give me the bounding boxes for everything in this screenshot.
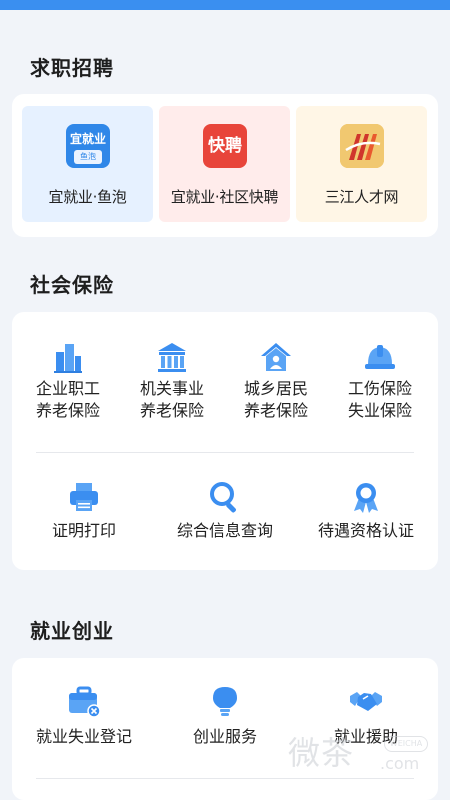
urban-rural-pension-item[interactable]: 城乡居民 养老保险 — [226, 340, 326, 426]
job-tile-label: 三江人才网 — [324, 188, 399, 206]
qualification-auth-item[interactable]: 待遇资格认证 — [298, 480, 434, 544]
lightbulb-icon — [208, 684, 242, 718]
job-tile-sanjiang-talent[interactable]: 三江人才网 — [296, 106, 427, 222]
section-title-jobs: 求职招聘 — [30, 56, 114, 80]
job-tile-community-quick-hire[interactable]: 快聘 宜就业·社区快聘 — [159, 106, 290, 222]
house-icon — [259, 340, 293, 374]
institution-pension-item[interactable]: 机关事业 养老保险 — [122, 340, 222, 426]
hardhat-icon — [363, 340, 397, 374]
jobs-card: 宜就业 鱼泡 宜就业·鱼泡 快聘 宜就业·社区快聘 三江人才网 — [12, 94, 438, 237]
entrepreneurship-service-item[interactable]: 创业服务 — [156, 684, 294, 750]
job-tile-label: 宜就业·社区快聘 — [170, 188, 279, 206]
printer-icon — [67, 480, 101, 514]
divider — [36, 452, 414, 453]
medal-icon — [349, 480, 383, 514]
sanjiang-logo-icon — [340, 124, 384, 168]
magnifier-icon — [208, 480, 242, 514]
briefcase-icon — [67, 684, 101, 718]
certificate-print-item[interactable]: 证明打印 — [16, 480, 152, 544]
yijiuye-yupao-logo-icon: 宜就业 鱼泡 — [66, 124, 110, 168]
insurance-card: 企业职工 养老保险 机关事业 养老保险 城乡居民 养老保险 工伤保险 失业保险 … — [12, 312, 438, 570]
section-title-employment: 就业创业 — [30, 619, 114, 643]
status-bar — [0, 0, 450, 10]
section-title-insurance: 社会保险 — [30, 273, 114, 297]
info-query-item[interactable]: 综合信息查询 — [156, 480, 294, 544]
institution-icon — [155, 340, 189, 374]
employment-registration-item[interactable]: 就业失业登记 — [16, 684, 152, 750]
job-tile-yujiuye-yupao[interactable]: 宜就业 鱼泡 宜就业·鱼泡 — [22, 106, 153, 222]
injury-unemployment-insurance-item[interactable]: 工伤保险 失业保险 — [330, 340, 430, 426]
building-icon — [51, 340, 85, 374]
handshake-icon — [349, 684, 383, 718]
kuaipin-logo-icon: 快聘 — [203, 124, 247, 168]
enterprise-pension-item[interactable]: 企业职工 养老保险 — [18, 340, 118, 426]
weicha-watermark: 微茶 WEICHA .com — [288, 722, 438, 782]
job-tile-label: 宜就业·鱼泡 — [48, 188, 127, 206]
